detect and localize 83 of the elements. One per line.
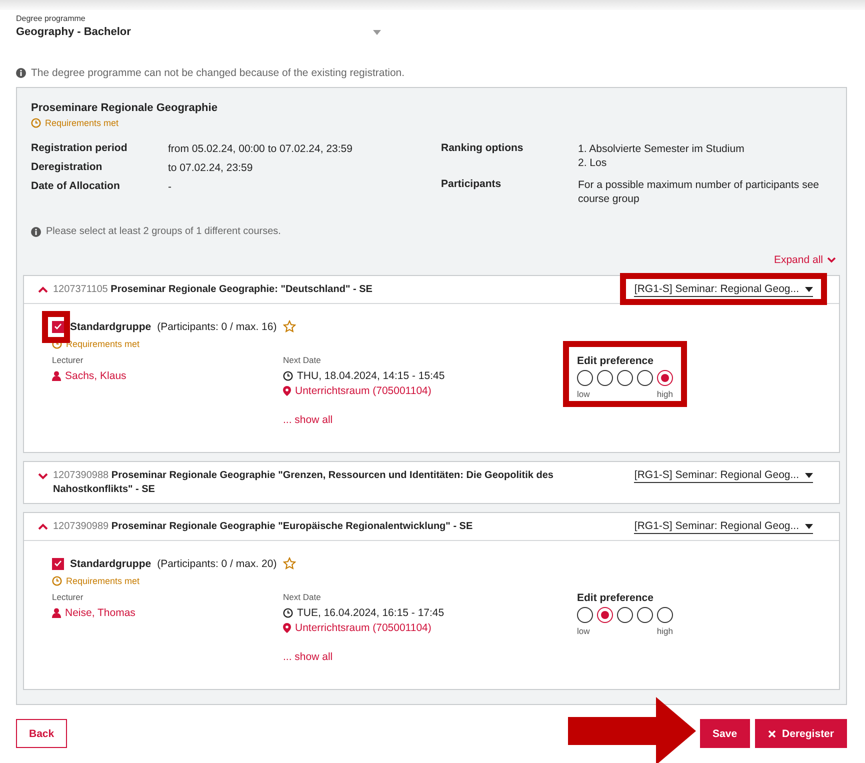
preference-radio[interactable] bbox=[577, 370, 593, 386]
requirements-status: Requirements met bbox=[31, 118, 832, 128]
next-date: TUE, 16.04.2024, 16:15 - 17:45 bbox=[283, 607, 444, 619]
checkbox[interactable] bbox=[52, 320, 64, 332]
clock-icon bbox=[283, 608, 293, 618]
chevron-down-icon bbox=[827, 257, 836, 263]
next-date: THU, 18.04.2024, 14:15 - 15:45 bbox=[283, 370, 445, 382]
location-pin-icon bbox=[283, 623, 291, 633]
save-button[interactable]: Save bbox=[700, 719, 750, 748]
lecturer-link[interactable]: Sachs, Klaus bbox=[52, 370, 126, 382]
clock-icon bbox=[283, 371, 293, 381]
caret-icon bbox=[805, 524, 813, 528]
group-select[interactable]: [RG1-S] Seminar: Regional Geog... bbox=[634, 469, 813, 483]
participants-count: (Participants: 0 / max. 16) bbox=[157, 320, 277, 332]
preference-radio[interactable] bbox=[617, 370, 633, 386]
star-icon[interactable] bbox=[282, 557, 296, 570]
clock-icon bbox=[52, 576, 62, 586]
group-select[interactable]: [RG1-S] Seminar: Regional Geog... bbox=[634, 520, 813, 534]
next-date-label: Next Date bbox=[283, 355, 321, 365]
preference-radio[interactable] bbox=[657, 607, 673, 623]
low-label: low bbox=[577, 626, 590, 636]
lecturer-link[interactable]: Neise, Thomas bbox=[52, 607, 136, 619]
detail-value: to 07.02.24, 23:59 bbox=[168, 161, 254, 175]
clock-icon bbox=[31, 118, 41, 128]
detail-value: - bbox=[168, 180, 172, 194]
requirements-status: Requirements met bbox=[52, 576, 819, 586]
preference-radio[interactable] bbox=[597, 607, 613, 623]
room-link[interactable]: Unterrichtsraum (705001104) bbox=[283, 622, 432, 634]
room-link[interactable]: Unterrichtsraum (705001104) bbox=[283, 385, 432, 397]
star-icon[interactable] bbox=[282, 320, 296, 333]
chevron-up-icon[interactable] bbox=[38, 523, 48, 531]
preference-radio[interactable] bbox=[637, 370, 653, 386]
detail-value: from 05.02.24, 00:00 to 07.02.24, 23:59 bbox=[168, 142, 354, 156]
preference-label: Edit preference bbox=[577, 355, 654, 367]
detail-label: Ranking options bbox=[441, 142, 524, 156]
chevron-up-icon[interactable] bbox=[38, 286, 48, 294]
preference-radio[interactable] bbox=[597, 370, 613, 386]
detail-label: Deregistration bbox=[31, 161, 104, 175]
lecturer-label: Lecturer bbox=[52, 592, 84, 602]
preference-radio[interactable] bbox=[657, 370, 673, 386]
detail-label: Participants bbox=[441, 178, 502, 192]
participants-count: (Participants: 0 / max. 20) bbox=[157, 558, 277, 570]
person-icon bbox=[52, 608, 61, 618]
checkbox[interactable] bbox=[52, 558, 64, 570]
info-icon bbox=[31, 226, 41, 236]
preference-radio[interactable] bbox=[617, 607, 633, 623]
degree-select[interactable]: Geography - Bachelor bbox=[16, 26, 381, 42]
detail-label: Date of Allocation bbox=[31, 180, 121, 194]
field-label: Degree programme bbox=[16, 14, 86, 23]
caret-icon bbox=[805, 472, 813, 478]
person-icon bbox=[52, 371, 61, 381]
hint-text: Please select at least 2 groups of 1 different courses. bbox=[46, 226, 281, 237]
preference-label: Edit preference bbox=[577, 592, 654, 604]
chevron-down-icon[interactable] bbox=[38, 472, 48, 480]
show-all-link[interactable]: ... show all bbox=[283, 414, 333, 426]
course-title[interactable]: 1207390988 Proseminar Regionale Geographie "Grenzen, Ressourcen und Identitäten: Die Geopolitik des Nahostkonflikts" - SE bbox=[53, 469, 598, 497]
back-button[interactable]: Back bbox=[16, 719, 68, 748]
requirements-status: Requirements met bbox=[52, 339, 819, 349]
notice-text: The degree programme can not be changed because of the existing registration. bbox=[31, 67, 405, 79]
preference-radio[interactable] bbox=[637, 607, 653, 623]
detail-value: For a possible maximum number of participants see course group bbox=[578, 178, 820, 206]
deregister-button[interactable]: Deregister bbox=[755, 719, 847, 748]
module-title: Proseminare Regionale Geographie bbox=[31, 102, 218, 114]
expand-all-link[interactable]: Expand all bbox=[774, 254, 836, 266]
group-name: Standardgruppe bbox=[70, 320, 152, 332]
high-label: high bbox=[656, 626, 673, 636]
detail-label: Registration period bbox=[31, 142, 128, 156]
info-icon bbox=[16, 68, 26, 78]
detail-value: 1. Absolvierte Semester im Studium 2. Los bbox=[578, 142, 746, 170]
close-icon bbox=[768, 730, 776, 738]
high-label: high bbox=[656, 389, 673, 399]
caret-icon bbox=[805, 286, 813, 292]
group-name: Standardgruppe bbox=[70, 558, 152, 570]
group-select[interactable]: [RG1-S] Seminar: Regional Geog... bbox=[634, 283, 813, 297]
preference-radio[interactable] bbox=[577, 607, 593, 623]
show-all-link[interactable]: ... show all bbox=[283, 651, 333, 663]
lecturer-label: Lecturer bbox=[52, 355, 84, 365]
low-label: low bbox=[577, 389, 590, 399]
location-pin-icon bbox=[283, 386, 291, 396]
next-date-label: Next Date bbox=[283, 592, 321, 602]
course-title[interactable]: 1207371105 Proseminar Regionale Geographie: "Deutschland" - SE bbox=[53, 283, 372, 297]
course-title[interactable]: 1207390989 Proseminar Regionale Geographie "Europäische Regionalentwicklung" - SE bbox=[53, 520, 473, 534]
caret-icon bbox=[373, 30, 381, 34]
